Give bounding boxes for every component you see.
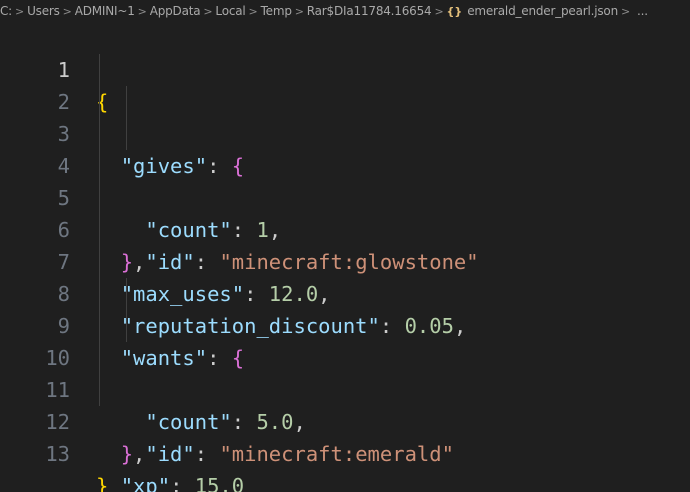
json-number: 15.0 (194, 474, 245, 492)
chevron-right-icon: > (294, 4, 304, 18)
indent-guide (99, 246, 100, 278)
code-line[interactable]: 2 "gives": { (0, 54, 690, 178)
code-line[interactable]: 8 "wants": { (0, 246, 690, 370)
indent-guide (99, 150, 100, 182)
breadcrumb-item-users[interactable]: Users (27, 4, 60, 18)
indent-guide (126, 118, 127, 150)
breadcrumb-item-appdata[interactable]: AppData (150, 4, 201, 18)
chevron-right-icon: > (62, 4, 72, 18)
indent-guide (99, 182, 100, 214)
code-line[interactable]: 7 "reputation_discount": 0.05, (0, 214, 690, 338)
breadcrumb-item-local[interactable]: Local (215, 4, 245, 18)
json-key: "id" (145, 442, 195, 466)
code-line[interactable]: 9 "count": 5.0, (0, 278, 690, 434)
json-file-icon: {} (446, 4, 463, 18)
json-string: "minecraft:emerald" (219, 442, 454, 466)
breadcrumb-item-rar-folder[interactable]: Rar$DIa11784.16654 (307, 4, 432, 18)
close-brace: } (96, 474, 109, 492)
breadcrumb: C: > Users > ADMINI~1 > AppData > Local … (0, 0, 690, 22)
json-key: "xp" (120, 474, 171, 492)
code-line[interactable]: 4 "id": "minecraft:glowstone" (0, 118, 690, 274)
code-line[interactable]: 3 "count": 1, (0, 86, 690, 242)
indent-guide (126, 310, 127, 342)
breadcrumb-item-temp[interactable]: Temp (261, 4, 292, 18)
chevron-right-icon: > (137, 4, 147, 18)
indent-guide (99, 86, 100, 118)
code-line[interactable]: 6 "max_uses": 12.0, (0, 182, 690, 306)
code-line[interactable]: 5 }, (0, 150, 690, 274)
breadcrumb-item-user[interactable]: ADMINI~1 (75, 4, 135, 18)
breadcrumb-item-drive[interactable]: C: (0, 4, 12, 18)
code-line[interactable]: 11 }, (0, 342, 690, 466)
indent-guide (99, 54, 100, 86)
code-line[interactable]: 13 } (0, 406, 690, 492)
chevron-right-icon: > (15, 4, 25, 18)
chevron-right-icon: > (203, 4, 213, 18)
code-line[interactable]: 10 "id": "minecraft:emerald" (0, 310, 690, 466)
code-editor[interactable]: C: > Users > ADMINI~1 > AppData > Local … (0, 0, 690, 492)
chevron-right-icon: > (620, 4, 631, 18)
breadcrumb-symbols[interactable]: ... (637, 4, 648, 18)
code-line[interactable]: 1 { (0, 22, 690, 114)
indent-guide (99, 278, 100, 310)
line-number: 13 (45, 442, 70, 466)
code-line[interactable]: 12 "xp": 15.0 (0, 374, 690, 492)
chevron-right-icon: > (434, 4, 444, 18)
indent-guide (99, 342, 100, 374)
breadcrumb-item-file[interactable]: emerald_ender_pearl.json (467, 4, 618, 18)
chevron-right-icon: > (248, 4, 258, 18)
code-area[interactable]: 1 { 2 "gives": { 3 "count": 1, 4 "id": "… (0, 22, 690, 492)
indent-guide (126, 278, 127, 310)
indent-guide (99, 214, 100, 246)
indent-guide (126, 86, 127, 118)
indent-guide (99, 118, 100, 150)
indent-guide (99, 310, 100, 342)
indent-guide (99, 374, 100, 406)
